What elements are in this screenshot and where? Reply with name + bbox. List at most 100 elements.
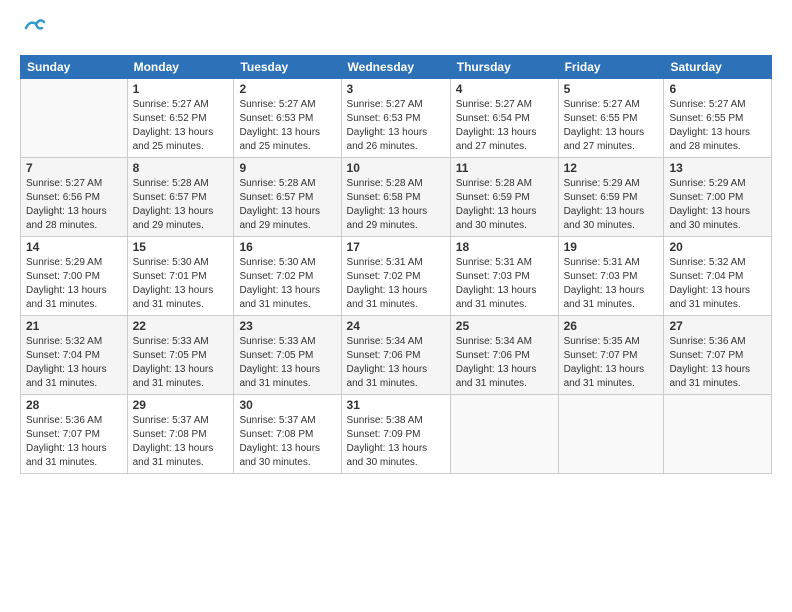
calendar-cell: 11Sunrise: 5:28 AM Sunset: 6:59 PM Dayli… [450, 158, 558, 237]
day-number: 18 [456, 240, 553, 254]
day-info: Sunrise: 5:30 AM Sunset: 7:02 PM Dayligh… [239, 256, 335, 312]
day-info: Sunrise: 5:28 AM Sunset: 6:58 PM Dayligh… [347, 177, 445, 233]
calendar-cell: 31 Sunrise: 5:38 AM Sunset: 7:09 PM Dayli… [341, 395, 450, 474]
calendar-cell: 4 Sunrise: 5:27 AM Sunset: 6:54 PM Daylig… [450, 79, 558, 158]
day-info: Sunrise: 5:27 AM Sunset: 6:55 PM Dayligh… [669, 98, 766, 154]
day-number: 12 [564, 161, 659, 175]
day-info: Sunrise: 5:33 AM Sunset: 7:05 PM Dayligh… [239, 335, 335, 391]
calendar-cell: 26 Sunrise: 5:35 AM Sunset: 7:07 PM Dayli… [558, 316, 664, 395]
day-info: Sunrise: 5:34 AM Sunset: 7:06 PM Dayligh… [456, 335, 553, 391]
day-number: 10 [347, 161, 445, 175]
logo [20, 16, 46, 45]
calendar-cell: 3 Sunrise: 5:27 AM Sunset: 6:53 PM Daylig… [341, 79, 450, 158]
day-number: 28 [26, 398, 122, 412]
day-info: Sunrise: 5:33 AM Sunset: 7:05 PM Dayligh… [133, 335, 229, 391]
day-number: 24 [347, 319, 445, 333]
calendar-week-row: 14 Sunrise: 5:29 AM Sunset: 7:00 PM Dayli… [21, 237, 772, 316]
day-number: 9 [239, 161, 335, 175]
day-info: Sunrise: 5:27 AM Sunset: 6:53 PM Dayligh… [239, 98, 335, 154]
day-number: 21 [26, 319, 122, 333]
weekday-header: Sunday [21, 56, 128, 79]
day-info: Sunrise: 5:27 AM Sunset: 6:54 PM Dayligh… [456, 98, 553, 154]
day-info: Sunrise: 5:27 AM Sunset: 6:55 PM Dayligh… [564, 98, 659, 154]
day-info: Sunrise: 5:37 AM Sunset: 7:08 PM Dayligh… [239, 414, 335, 470]
calendar-cell: 22Sunrise: 5:33 AM Sunset: 7:05 PM Dayli… [127, 316, 234, 395]
weekday-header: Tuesday [234, 56, 341, 79]
day-number: 31 [347, 398, 445, 412]
day-number: 29 [133, 398, 229, 412]
day-info: Sunrise: 5:32 AM Sunset: 7:04 PM Dayligh… [669, 256, 766, 312]
day-number: 3 [347, 82, 445, 96]
weekday-header: Wednesday [341, 56, 450, 79]
day-info: Sunrise: 5:29 AM Sunset: 6:59 PM Dayligh… [564, 177, 659, 233]
calendar-cell [450, 395, 558, 474]
day-number: 27 [669, 319, 766, 333]
day-info: Sunrise: 5:34 AM Sunset: 7:06 PM Dayligh… [347, 335, 445, 391]
day-number: 26 [564, 319, 659, 333]
calendar-cell: 27 Sunrise: 5:36 AM Sunset: 7:07 PM Dayli… [664, 316, 772, 395]
header [20, 16, 772, 45]
day-number: 23 [239, 319, 335, 333]
day-info: Sunrise: 5:36 AM Sunset: 7:07 PM Dayligh… [669, 335, 766, 391]
day-number: 7 [26, 161, 122, 175]
day-number: 15 [133, 240, 229, 254]
calendar-week-row: 7 Sunrise: 5:27 AM Sunset: 6:56 PM Daylig… [21, 158, 772, 237]
weekday-header: Monday [127, 56, 234, 79]
calendar-cell: 23 Sunrise: 5:33 AM Sunset: 7:05 PM Dayli… [234, 316, 341, 395]
day-number: 1 [133, 82, 229, 96]
calendar-cell: 8Sunrise: 5:28 AM Sunset: 6:57 PM Daylig… [127, 158, 234, 237]
day-number: 8 [133, 161, 229, 175]
day-number: 11 [456, 161, 553, 175]
day-number: 20 [669, 240, 766, 254]
day-number: 4 [456, 82, 553, 96]
day-info: Sunrise: 5:31 AM Sunset: 7:03 PM Dayligh… [564, 256, 659, 312]
calendar-cell: 25 Sunrise: 5:34 AM Sunset: 7:06 PM Dayli… [450, 316, 558, 395]
logo-icon [22, 16, 46, 40]
day-number: 2 [239, 82, 335, 96]
calendar-cell [664, 395, 772, 474]
day-number: 19 [564, 240, 659, 254]
day-number: 14 [26, 240, 122, 254]
day-info: Sunrise: 5:29 AM Sunset: 7:00 PM Dayligh… [26, 256, 122, 312]
calendar-week-row: 28Sunrise: 5:36 AM Sunset: 7:07 PM Dayli… [21, 395, 772, 474]
calendar-cell: 19 Sunrise: 5:31 AM Sunset: 7:03 PM Dayli… [558, 237, 664, 316]
calendar-cell: 15Sunrise: 5:30 AM Sunset: 7:01 PM Dayli… [127, 237, 234, 316]
day-number: 5 [564, 82, 659, 96]
calendar-cell: 30 Sunrise: 5:37 AM Sunset: 7:08 PM Dayli… [234, 395, 341, 474]
day-info: Sunrise: 5:29 AM Sunset: 7:00 PM Dayligh… [669, 177, 766, 233]
day-info: Sunrise: 5:27 AM Sunset: 6:52 PM Dayligh… [133, 98, 229, 154]
day-number: 6 [669, 82, 766, 96]
day-number: 17 [347, 240, 445, 254]
day-info: Sunrise: 5:32 AM Sunset: 7:04 PM Dayligh… [26, 335, 122, 391]
calendar-cell [558, 395, 664, 474]
calendar-cell: 16 Sunrise: 5:30 AM Sunset: 7:02 PM Dayli… [234, 237, 341, 316]
calendar-cell: 29Sunrise: 5:37 AM Sunset: 7:08 PM Dayli… [127, 395, 234, 474]
calendar-cell: 28Sunrise: 5:36 AM Sunset: 7:07 PM Dayli… [21, 395, 128, 474]
day-number: 25 [456, 319, 553, 333]
calendar-cell: 1 Sunrise: 5:27 AM Sunset: 6:52 PM Daylig… [127, 79, 234, 158]
calendar-cell: 9 Sunrise: 5:28 AM Sunset: 6:57 PM Daylig… [234, 158, 341, 237]
day-info: Sunrise: 5:38 AM Sunset: 7:09 PM Dayligh… [347, 414, 445, 470]
weekday-header: Friday [558, 56, 664, 79]
calendar-cell: 20 Sunrise: 5:32 AM Sunset: 7:04 PM Dayli… [664, 237, 772, 316]
day-number: 16 [239, 240, 335, 254]
calendar-week-row: 21 Sunrise: 5:32 AM Sunset: 7:04 PM Dayli… [21, 316, 772, 395]
calendar-cell: 13Sunrise: 5:29 AM Sunset: 7:00 PM Dayli… [664, 158, 772, 237]
day-info: Sunrise: 5:28 AM Sunset: 6:57 PM Dayligh… [239, 177, 335, 233]
day-info: Sunrise: 5:27 AM Sunset: 6:56 PM Dayligh… [26, 177, 122, 233]
day-info: Sunrise: 5:35 AM Sunset: 7:07 PM Dayligh… [564, 335, 659, 391]
calendar-cell: 5 Sunrise: 5:27 AM Sunset: 6:55 PM Daylig… [558, 79, 664, 158]
calendar-cell: 7 Sunrise: 5:27 AM Sunset: 6:56 PM Daylig… [21, 158, 128, 237]
calendar-cell: 18Sunrise: 5:31 AM Sunset: 7:03 PM Dayli… [450, 237, 558, 316]
day-info: Sunrise: 5:27 AM Sunset: 6:53 PM Dayligh… [347, 98, 445, 154]
day-info: Sunrise: 5:31 AM Sunset: 7:02 PM Dayligh… [347, 256, 445, 312]
calendar-cell: 21 Sunrise: 5:32 AM Sunset: 7:04 PM Dayli… [21, 316, 128, 395]
header-row: SundayMondayTuesdayWednesdayThursdayFrid… [21, 56, 772, 79]
calendar-cell: 12 Sunrise: 5:29 AM Sunset: 6:59 PM Dayli… [558, 158, 664, 237]
weekday-header: Saturday [664, 56, 772, 79]
calendar-cell: 17 Sunrise: 5:31 AM Sunset: 7:02 PM Dayli… [341, 237, 450, 316]
calendar-cell: 24 Sunrise: 5:34 AM Sunset: 7:06 PM Dayli… [341, 316, 450, 395]
calendar-cell [21, 79, 128, 158]
day-number: 30 [239, 398, 335, 412]
calendar-week-row: 1 Sunrise: 5:27 AM Sunset: 6:52 PM Daylig… [21, 79, 772, 158]
